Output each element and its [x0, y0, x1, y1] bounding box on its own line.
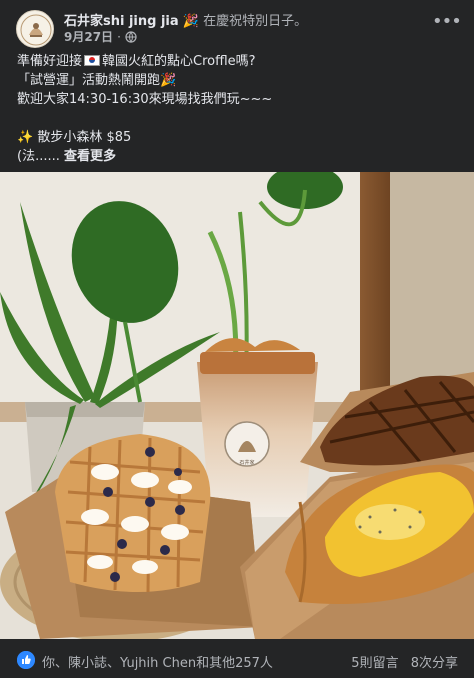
korea-flag-icon: [84, 55, 101, 66]
text-line-1a: 準備好迎接: [17, 54, 83, 69]
shares-count[interactable]: 8次分享: [411, 656, 458, 671]
text-line-3: 歡迎大家14:30-16:30來現場找我們玩~~~: [17, 92, 273, 107]
post-footer: 你、陳小誌、Yujhih Chen和其他257人 5則留言 8次分享: [0, 640, 474, 678]
author-name[interactable]: 石井家shi jing jia: [64, 14, 179, 29]
facebook-post: 石井家shi jing jia 🎉 在慶祝特別日子。 9月27日 · ••• 準…: [0, 0, 474, 678]
activity-text: 在慶祝特別日子。: [203, 14, 308, 29]
dot-separator: ·: [117, 29, 121, 44]
author-line: 石井家shi jing jia 🎉 在慶祝特別日子。: [64, 10, 307, 29]
post-text: 準備好迎接 韓國火紅的點心Croffle嗎? 「試營運」活動熱鬧開跑🎉 歡迎大家1…: [17, 52, 460, 166]
see-more-link[interactable]: 查看更多: [64, 149, 116, 164]
page-avatar[interactable]: [16, 10, 54, 48]
text-line-1b: 韓國火紅的點心Croffle嗎?: [102, 54, 256, 69]
text-line-4: 散步小森林 $85: [37, 130, 132, 145]
comments-count[interactable]: 5則留言: [351, 656, 398, 671]
engagement-counts: 5則留言 8次分享: [351, 652, 458, 671]
post-meta: 9月27日 ·: [64, 28, 137, 45]
post-date[interactable]: 9月27日: [64, 28, 113, 45]
cup-logo-text: 石井家: [239, 459, 254, 466]
post-photo[interactable]: 石井家: [0, 172, 474, 639]
party-icon: 🎉: [160, 73, 177, 88]
text-line-2: 「試營運」活動熱鬧開跑: [17, 73, 161, 88]
party-emoji: 🎉: [182, 14, 199, 29]
text-line-5: (法......: [17, 149, 60, 164]
more-options-button[interactable]: •••: [432, 12, 462, 36]
reactors-text[interactable]: 你、陳小誌、Yujhih Chen和其他257人: [42, 652, 273, 671]
post-header: 石井家shi jing jia 🎉 在慶祝特別日子。 9月27日 · •••: [16, 8, 474, 48]
thumbs-up-icon: [17, 651, 35, 669]
sparkle-icon: ✨: [17, 130, 34, 145]
globe-icon: [125, 30, 137, 43]
